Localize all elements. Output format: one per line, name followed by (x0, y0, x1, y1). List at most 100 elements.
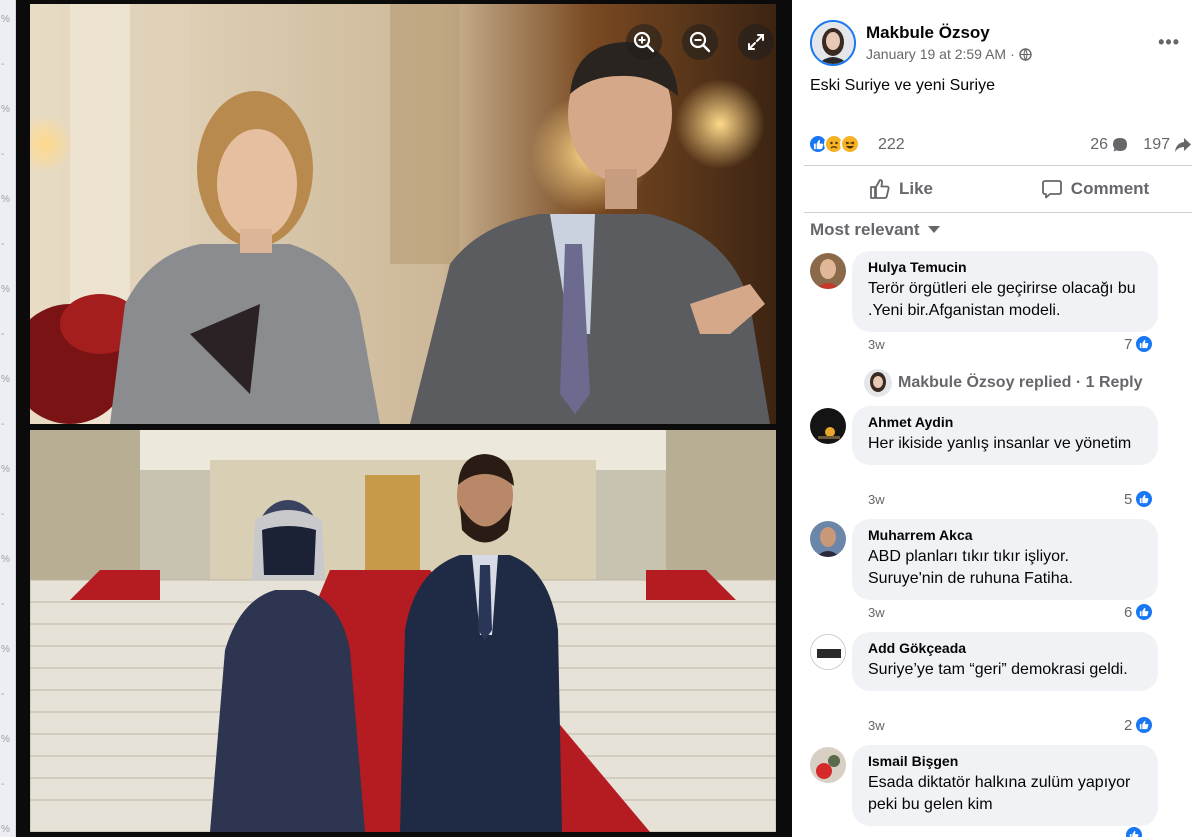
photo-top (30, 4, 776, 424)
thumbs-up-icon (870, 179, 890, 199)
commenter-name[interactable]: Hulya Temucin (868, 259, 1146, 275)
comment-text: Esada diktatör halkına zulüm yapıyor pek… (868, 774, 1131, 813)
more-options-button[interactable]: ••• (1158, 32, 1180, 53)
gutter-mark: % (1, 14, 10, 25)
reaction-icons[interactable] (808, 134, 860, 154)
comment-likes[interactable]: 5 (1124, 489, 1155, 509)
gutter-mark: - (1, 239, 5, 250)
commenter-avatar[interactable] (810, 634, 846, 670)
gutter-mark: - (1, 599, 5, 610)
reaction-count[interactable]: 222 (878, 136, 905, 154)
commenter-avatar[interactable] (810, 253, 846, 289)
zoom-in-button[interactable] (626, 24, 662, 60)
gutter-mark: % (1, 464, 10, 475)
comment-text: Suriye’ye tam “geri” demokrasi geldi. (868, 661, 1128, 678)
left-gutter: % -% -% -% -% -% -% -% -% -% (0, 0, 16, 837)
comment-text: Her ikiside yanlış insanlar ve yönetim (868, 435, 1132, 452)
fullscreen-button[interactable] (738, 24, 774, 60)
share-count[interactable]: 197 (1143, 136, 1192, 154)
comment-bubble: Ismail Bişgen Esada diktatör halkına zul… (852, 745, 1158, 826)
divider-top (804, 165, 1192, 166)
commenter-avatar[interactable] (810, 521, 846, 557)
comment-item: Add Gökçeada Suriye’ye tam “geri” demokr… (810, 632, 1188, 742)
like-button-label: Like (898, 179, 934, 198)
comment-count[interactable]: 26 (1090, 136, 1128, 154)
commenter-name[interactable]: Ismail Bişgen (868, 753, 1146, 769)
comment-item: Hulya Temucin Terör örgütleri ele geçiri… (810, 251, 1188, 361)
post-timestamp[interactable]: January 19 at 2:59 AM (866, 46, 1006, 62)
comment-time[interactable]: 3w (868, 492, 885, 507)
comment-bubble: Add Gökçeada Suriye’ye tam “geri” demokr… (852, 632, 1158, 691)
gutter-mark: - (1, 329, 5, 340)
photo-viewer (16, 0, 792, 837)
comment-icon (1041, 180, 1062, 199)
gutter-mark: - (1, 689, 5, 700)
comment-likes[interactable]: 7 (1124, 334, 1155, 354)
reactions-bar: 222 26 197 (808, 132, 1192, 158)
comment-bubble-icon (1113, 138, 1127, 152)
commenter-name[interactable]: Ahmet Aydin (868, 414, 1146, 430)
comment-text: Terör örgütleri ele geçirirse olacağı bu… (868, 280, 1136, 319)
divider-bottom (804, 212, 1192, 213)
gutter-mark: % (1, 734, 10, 745)
post-header: Makbule Özsoy January 19 at 2:59 AM · ••… (810, 20, 1184, 72)
gutter-mark: % (1, 644, 10, 655)
comment-likes[interactable]: 6 (1124, 602, 1155, 622)
photo-bottom (30, 430, 776, 832)
commenter-name[interactable]: Muharrem Akca (868, 527, 1146, 543)
gutter-mark: - (1, 779, 5, 790)
comment-count-value: 26 (1090, 136, 1108, 153)
haha-reaction-icon (840, 134, 860, 154)
share-arrow-icon (1175, 138, 1191, 152)
comment-time[interactable]: 3w (868, 337, 885, 352)
comment-time[interactable]: 3w (868, 718, 885, 733)
commenter-avatar[interactable] (810, 408, 846, 444)
comment-button-label: Comment (1070, 179, 1150, 198)
like-button[interactable]: Like (804, 170, 998, 208)
comment-button[interactable]: Comment (998, 170, 1192, 208)
comment-item: Ahmet Aydin Her ikiside yanlış insanlar … (810, 406, 1188, 516)
comment-time[interactable]: 3w (868, 605, 885, 620)
commenter-avatar[interactable] (810, 747, 846, 783)
meta-separator: · (1010, 46, 1015, 62)
gutter-mark: % (1, 824, 10, 835)
zoom-in-icon (633, 31, 655, 53)
comment-bubble: Ahmet Aydin Her ikiside yanlış insanlar … (852, 406, 1158, 465)
post-panel: Makbule Özsoy January 19 at 2:59 AM · ••… (792, 0, 1200, 837)
post-meta: January 19 at 2:59 AM · (866, 46, 1032, 62)
author-avatar[interactable] (810, 20, 856, 66)
author-name[interactable]: Makbule Özsoy (866, 23, 990, 43)
comment-likes-count: 2 (1124, 716, 1133, 734)
like-badge-icon (1134, 334, 1155, 354)
gutter-mark: % (1, 284, 10, 295)
post-text: Eski Suriye ve yeni Suriye (810, 77, 995, 94)
comment-item: Muharrem Akca ABD planları tıkır tıkır i… (810, 519, 1188, 629)
gutter-mark: % (1, 194, 10, 205)
zoom-out-icon (689, 31, 711, 53)
like-badge-icon (1134, 489, 1155, 509)
view-replies-link[interactable]: Makbule Özsoy replied · 1 Reply (864, 369, 1143, 397)
comment-likes[interactable]: 2 (1124, 715, 1155, 735)
comment-sort-dropdown[interactable]: Most relevant (810, 220, 940, 240)
like-badge-icon (1134, 715, 1155, 735)
gutter-mark: - (1, 419, 5, 430)
replies-text: Makbule Özsoy replied · 1 Reply (898, 374, 1143, 391)
gutter-mark: - (1, 509, 5, 520)
gutter-mark: % (1, 104, 10, 115)
comment-item: Ismail Bişgen Esada diktatör halkına zul… (810, 745, 1188, 837)
share-count-value: 197 (1143, 136, 1170, 153)
replier-avatar (864, 369, 892, 397)
like-badge-icon (1124, 825, 1144, 837)
gutter-mark: % (1, 374, 10, 385)
caret-down-icon (927, 226, 940, 233)
comment-bubble: Muharrem Akca ABD planları tıkır tıkır i… (852, 519, 1158, 600)
fullscreen-icon (748, 34, 764, 50)
zoom-out-button[interactable] (682, 24, 718, 60)
comment-likes-count: 6 (1124, 603, 1133, 621)
globe-icon (1019, 47, 1032, 61)
comment-text: ABD planları tıkır tıkır işliyor. Suruye… (868, 548, 1073, 587)
gutter-mark: - (1, 149, 5, 160)
comment-likes-count: 5 (1124, 490, 1133, 508)
comment-likes[interactable] (1124, 825, 1144, 837)
commenter-name[interactable]: Add Gökçeada (868, 640, 1146, 656)
